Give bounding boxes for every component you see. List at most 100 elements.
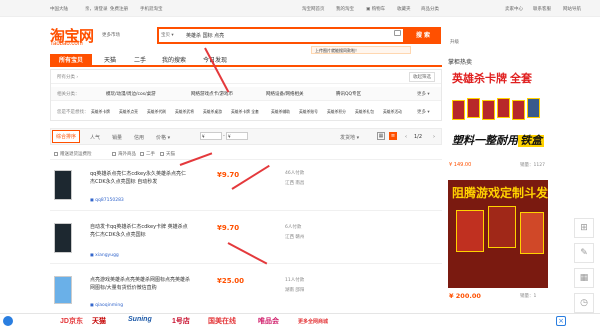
product-thumbnail[interactable] [54, 223, 72, 253]
breadcrumb[interactable]: 所有分类 › [57, 74, 78, 80]
sort-price[interactable]: 价格 ▾ [156, 134, 170, 141]
filter-category-item[interactable]: 腾讯QQ专区 [336, 91, 361, 97]
product-title[interactable]: 点亮游戏英雄杀点亮英雄杀网图标点亮英雄杀网图标/大量有货低价微信直购 [90, 276, 190, 292]
card-image [456, 210, 484, 252]
sort-popularity[interactable]: 人气 [90, 134, 100, 141]
market-selector[interactable]: 更多市场 [102, 32, 120, 38]
product-title[interactable]: qq英雄杀点亮仁杰cdkey永久英雄杀点亮仁杰CDK永久点亮国标 自动秒发 [90, 170, 190, 186]
sort-credit[interactable]: 信用 [134, 134, 144, 141]
seller-link[interactable]: ◼ qq87150283 [90, 198, 124, 203]
clock-icon[interactable]: ◷ [574, 293, 594, 313]
price-to-input[interactable]: ¥ [226, 132, 248, 140]
sidebar-ad-1-slogan-text: 塑料一整耐用 [452, 135, 518, 147]
seller-link[interactable]: ◼ qiaoqinming [90, 303, 123, 308]
checkbox-label: 赠送退货运费险 [60, 152, 92, 157]
suggest-item[interactable]: 英雄杀积分 [327, 109, 346, 115]
checkbox-label: 天猫 [166, 152, 175, 157]
filter-category-item[interactable]: 网络设备/网络相关 [266, 91, 304, 97]
related-category-row: 相关分类： 模玩/动漫/周边/cos/桌游 网络游戏点卡/游戏币 网络设备/网络… [51, 87, 441, 101]
seller-center-link[interactable]: 卖家中心 [505, 6, 523, 12]
overseas-checkbox[interactable]: 海外商品 [112, 151, 136, 157]
brand-suning[interactable]: Suning [128, 316, 152, 323]
qr-code-icon[interactable]: ▦ [574, 268, 594, 288]
region-selector[interactable]: 中国大陆 [50, 6, 68, 12]
second-hand-checkbox[interactable]: 二手 [140, 151, 155, 157]
gift-icon[interactable]: ⊞ [574, 218, 594, 238]
freight-insurance-checkbox[interactable]: 赠送退货运费险 [54, 151, 92, 157]
suggest-item[interactable]: 英雄杀武将 [175, 109, 194, 115]
cart-link[interactable]: ▣ 购物车 [366, 6, 385, 12]
checkbox-label: 海外商品 [118, 152, 136, 157]
suggest-row: 您是不是想找： 英雄杀卡牌 英雄杀点亮 英雄杀代刷 英雄杀武将 英雄杀桌游 英雄… [51, 104, 441, 120]
product-price: ¥9.70 [217, 224, 240, 232]
tab-second-hand[interactable]: 二手 [126, 54, 154, 67]
upgrade-link[interactable]: 升级 [450, 39, 459, 45]
filter-breadcrumb-row: 所有分类 › 收起筛选 [51, 70, 441, 84]
related-category-label: 相关分类： [57, 92, 80, 97]
suggest-item[interactable]: 英雄杀账号 [299, 109, 318, 115]
camera-icon[interactable] [394, 30, 401, 36]
product-price: ¥9.70 [217, 171, 240, 179]
card-image [520, 212, 544, 254]
suggest-item[interactable]: 英雄杀卡牌 [91, 109, 110, 115]
search-category-label: 宝贝 [161, 33, 170, 38]
login-link[interactable]: 亲，请登录 [85, 6, 108, 12]
card-image [452, 100, 465, 120]
register-link[interactable]: 免费注册 [110, 6, 128, 12]
edit-icon[interactable]: ✎ [574, 243, 594, 263]
tab-all[interactable]: 所有宝贝 [50, 54, 92, 67]
search-category-dropdown[interactable]: 宝贝 ▾ [161, 32, 174, 38]
prev-page-icon[interactable]: ‹ [405, 134, 407, 140]
product-title[interactable]: 自动发卡qq英雄杀仁杰cdkey卡牌 英雄杀点亮仁杰CDK永久点亮国标 [90, 223, 190, 239]
collapse-filter-button[interactable]: 收起筛选 [409, 72, 435, 82]
favorites-link[interactable]: 收藏夹 [397, 6, 411, 12]
more-suggest-button[interactable]: 更多 ▾ [417, 109, 430, 115]
seller-link[interactable]: ◼ xiangyugg [90, 253, 119, 258]
suggest-item[interactable]: 英雄杀桌游 [203, 109, 222, 115]
brand-jd[interactable]: JD京东 [60, 316, 83, 326]
suggest-item[interactable]: 英雄杀辅助 [271, 109, 290, 115]
tab-tmall[interactable]: 天猫 [96, 54, 124, 67]
goods-category-link[interactable]: 商品分类 [421, 6, 439, 12]
sort-default[interactable]: 综合排序 [52, 130, 80, 143]
product-thumbnail[interactable] [54, 276, 72, 304]
product-thumbnail[interactable] [54, 170, 72, 200]
tab-my-search[interactable]: 我的搜索 [156, 54, 192, 67]
sitemap-link[interactable]: 网站导航 [563, 6, 581, 12]
checkbox-icon [112, 151, 116, 156]
brand-vip[interactable]: 唯品会 [258, 316, 279, 326]
seller-location: 江西 赣州 [285, 235, 305, 240]
search-input[interactable]: 英雄杀 国标 点亮 [186, 32, 224, 39]
suggest-item[interactable]: 英雄杀活动 [383, 109, 402, 115]
brand-tmall[interactable]: 天猫 [92, 316, 106, 326]
home-link[interactable]: 淘宝网首页 [302, 6, 325, 12]
suggest-item[interactable]: 英雄杀礼包 [355, 109, 374, 115]
card-image [488, 206, 516, 248]
my-taobao-link[interactable]: 我的淘宝 [336, 6, 354, 12]
top-bar: 中国大陆 亲，请登录 免费注册 手机逛淘宝 淘宝网首页 我的淘宝 ▣ 购物车 收… [0, 0, 600, 17]
next-page-icon[interactable]: › [433, 134, 435, 140]
seller-name: qq87150283 [95, 198, 124, 203]
tmall-checkbox[interactable]: 天猫 [160, 151, 175, 157]
price-from-input[interactable]: ¥ [200, 132, 222, 140]
more-malls-link[interactable]: 更多全网商城 [298, 318, 328, 325]
bottom-bar-icon[interactable] [3, 316, 13, 326]
mobile-link[interactable]: 手机逛淘宝 [140, 6, 163, 12]
result-row[interactable] [50, 161, 442, 211]
suggest-item[interactable]: 英雄杀代刷 [147, 109, 166, 115]
filter-category-item[interactable]: 模玩/动漫/周边/cos/桌游 [106, 91, 156, 97]
product-price: ¥25.00 [217, 277, 245, 285]
brand-yhd[interactable]: 1号店 [172, 316, 190, 326]
list-view-icon[interactable]: ≡ [389, 132, 397, 140]
sort-sales[interactable]: 销量 [112, 134, 122, 141]
grid-view-icon[interactable]: ▦ [377, 132, 385, 140]
ship-from-dropdown[interactable]: 发货地 ▾ [340, 134, 359, 141]
more-categories-button[interactable]: 更多 ▾ [417, 91, 430, 97]
close-icon[interactable]: × [556, 316, 566, 326]
search-button[interactable]: 搜 索 [405, 27, 441, 44]
suggest-item[interactable]: 英雄杀点亮 [119, 109, 138, 115]
suggest-item[interactable]: 英雄杀卡牌 全套 [231, 109, 259, 115]
brand-gome[interactable]: 国美在线 [208, 316, 236, 326]
card-image [467, 98, 480, 118]
contact-link[interactable]: 联系客服 [533, 6, 551, 12]
